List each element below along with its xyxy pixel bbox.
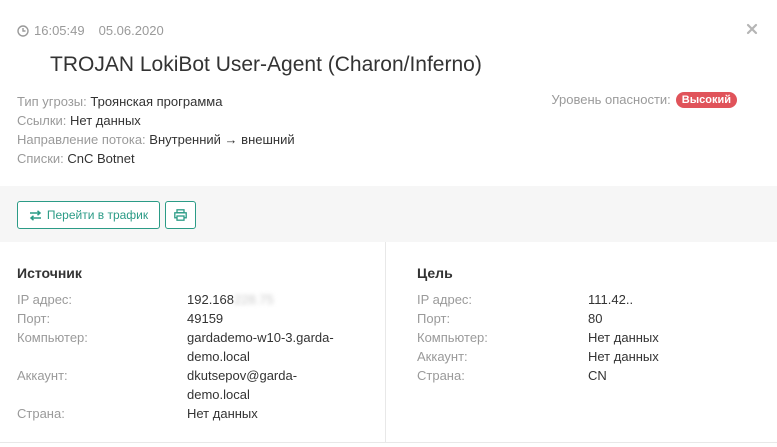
source-ip-label: IP адрес: [17,292,73,307]
threat-type-label: Тип угрозы: [17,94,87,109]
lists-value: CnC Botnet [67,151,135,166]
source-computer-row: Компьютер: gardademo-w10-3.garda-demo.lo… [17,328,347,366]
source-account-value: dkutsepov@garda-demo.local [187,368,298,402]
source-account-row: Аккаунт: dkutsepov@garda-demo.local [17,366,347,404]
links-value: Нет данных [70,113,141,128]
go-to-traffic-label: Перейти в трафик [46,208,149,222]
threat-type-value: Троянская программа [90,94,223,109]
target-port-label: Порт: [417,311,451,326]
links-row: Ссылки: Нет данных [17,111,295,130]
target-ip-value: 111.42.. [588,292,634,307]
timestamp: 16:05:49 05.06.2020 [17,23,164,38]
print-icon [174,209,187,221]
source-title: Источник [17,265,82,281]
source-computer-label: Компьютер: [17,330,88,345]
source-panel: Источник IP адрес: 192.168228.75 Порт: 4… [0,242,386,442]
alert-header: 16:05:49 05.06.2020 TROJAN LokiBot User-… [0,0,777,186]
go-to-traffic-button[interactable]: Перейти в трафик [17,201,160,229]
links-label: Ссылки: [17,113,67,128]
severity-label: Уровень опасности: [551,92,671,107]
source-ip-hidden: 228.75 [234,292,274,307]
target-port-row: Порт: 80 [417,309,659,328]
severity-badge: Высокий [675,92,737,108]
source-country-label: Страна: [17,406,65,421]
action-toolbar: Перейти в трафик [0,186,777,242]
target-fields: IP адрес: 111.42.. Порт: 80 Компьютер: Н… [417,290,659,385]
target-ip-row: IP адрес: 111.42.. [417,290,659,309]
source-port-label: Порт: [17,311,51,326]
clock-icon [17,24,29,37]
print-button[interactable] [165,201,196,229]
source-port-value: 49159 [187,311,224,326]
close-icon[interactable] [746,23,758,35]
source-fields: IP адрес: 192.168228.75 Порт: 49159 Комп… [17,290,347,423]
direction-row: Направление потока: Внутренний → внешний [17,130,295,149]
bottom-divider [0,442,777,443]
target-computer-row: Компьютер: Нет данных [417,328,659,347]
severity: Уровень опасности: Высокий [551,92,737,108]
target-country-row: Страна: CN [417,366,659,385]
target-account-label: Аккаунт: [417,349,468,364]
lists-label: Списки: [17,151,64,166]
alert-time: 16:05:49 [34,23,85,38]
target-country-label: Страна: [417,368,465,383]
exchange-icon [29,209,41,221]
target-account-row: Аккаунт: Нет данных [417,347,659,366]
target-computer-label: Компьютер: [417,330,488,345]
direction-label: Направление потока: [17,132,146,147]
target-port-value: 80 [588,311,603,326]
lists-row: Списки: CnC Botnet [17,149,295,168]
target-ip-label: IP адрес: [417,292,473,307]
alert-title: TROJAN LokiBot User-Agent (Charon/Infern… [50,53,482,76]
source-country-row: Страна: Нет данных [17,404,347,423]
source-computer-value: gardademo-w10-3.garda-demo.local [187,330,334,364]
target-panel: Цель IP адрес: 111.42.. Порт: 80 Компьют… [387,242,777,442]
direction-value: Внутренний → внешний [149,132,295,147]
source-account-label: Аккаунт: [17,368,68,383]
alert-date: 05.06.2020 [98,23,164,38]
target-account-value: Нет данных [588,349,659,364]
target-computer-value: Нет данных [588,330,659,345]
source-ip-row: IP адрес: 192.168228.75 [17,290,347,309]
threat-type-row: Тип угрозы: Троянская программа [17,92,295,111]
source-ip-value: 192.168228.75 [187,292,274,307]
source-country-value: Нет данных [187,406,258,421]
target-title: Цель [417,265,453,281]
source-port-row: Порт: 49159 [17,309,347,328]
alert-meta: Тип угрозы: Троянская программа Ссылки: … [17,92,295,168]
target-country-value: CN [588,368,607,383]
